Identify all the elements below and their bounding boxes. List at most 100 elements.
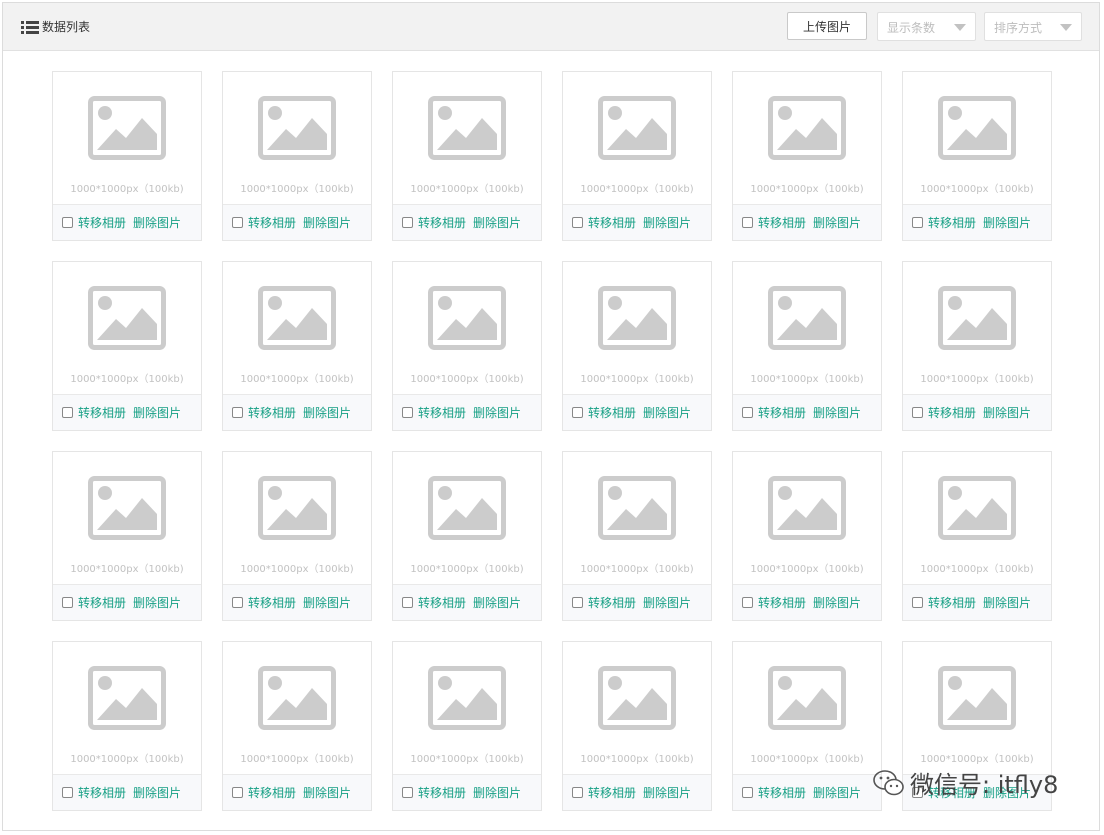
delete-image-link[interactable]: 删除图片 bbox=[983, 594, 1031, 611]
move-album-link[interactable]: 转移相册 bbox=[928, 404, 976, 421]
page-size-select[interactable]: 显示条数 bbox=[877, 12, 976, 41]
move-album-link[interactable]: 转移相册 bbox=[758, 784, 806, 801]
delete-image-link[interactable]: 删除图片 bbox=[643, 214, 691, 231]
image-card[interactable]: 1000*1000px（100kb) 转移相册 删除图片 bbox=[562, 641, 712, 811]
delete-image-link[interactable]: 删除图片 bbox=[133, 214, 181, 231]
image-card[interactable]: 1000*1000px（100kb) 转移相册 删除图片 bbox=[732, 71, 882, 241]
delete-image-link[interactable]: 删除图片 bbox=[643, 594, 691, 611]
image-placeholder-icon bbox=[768, 286, 846, 350]
delete-image-link[interactable]: 删除图片 bbox=[133, 404, 181, 421]
select-checkbox[interactable] bbox=[62, 217, 73, 228]
delete-image-link[interactable]: 删除图片 bbox=[473, 214, 521, 231]
image-card[interactable]: 1000*1000px（100kb) 转移相册 删除图片 bbox=[732, 641, 882, 811]
select-checkbox[interactable] bbox=[62, 597, 73, 608]
image-card[interactable]: 1000*1000px（100kb) 转移相册 删除图片 bbox=[392, 451, 542, 621]
select-checkbox[interactable] bbox=[572, 217, 583, 228]
image-card[interactable]: 1000*1000px（100kb) 转移相册 删除图片 bbox=[562, 261, 712, 431]
image-placeholder-icon bbox=[768, 96, 846, 160]
image-card[interactable]: 1000*1000px（100kb) 转移相册 删除图片 bbox=[52, 261, 202, 431]
move-album-link[interactable]: 转移相册 bbox=[588, 214, 636, 231]
image-card[interactable]: 1000*1000px（100kb) 转移相册 删除图片 bbox=[222, 451, 372, 621]
image-card[interactable]: 1000*1000px（100kb) 转移相册 删除图片 bbox=[732, 451, 882, 621]
move-album-link[interactable]: 转移相册 bbox=[758, 594, 806, 611]
select-checkbox[interactable] bbox=[572, 597, 583, 608]
move-album-link[interactable]: 转移相册 bbox=[248, 404, 296, 421]
move-album-link[interactable]: 转移相册 bbox=[758, 214, 806, 231]
image-card[interactable]: 1000*1000px（100kb) 转移相册 删除图片 bbox=[562, 451, 712, 621]
delete-image-link[interactable]: 删除图片 bbox=[813, 594, 861, 611]
select-checkbox[interactable] bbox=[572, 407, 583, 418]
move-album-link[interactable]: 转移相册 bbox=[928, 214, 976, 231]
sort-order-select[interactable]: 排序方式 bbox=[984, 12, 1082, 41]
select-checkbox[interactable] bbox=[742, 787, 753, 798]
image-card[interactable]: 1000*1000px（100kb) 转移相册 删除图片 bbox=[392, 261, 542, 431]
delete-image-link[interactable]: 删除图片 bbox=[303, 214, 351, 231]
select-checkbox[interactable] bbox=[62, 407, 73, 418]
move-album-link[interactable]: 转移相册 bbox=[248, 784, 296, 801]
image-card[interactable]: 1000*1000px（100kb) 转移相册 删除图片 bbox=[902, 71, 1052, 241]
select-checkbox[interactable] bbox=[912, 597, 923, 608]
select-checkbox[interactable] bbox=[912, 407, 923, 418]
delete-image-link[interactable]: 删除图片 bbox=[473, 404, 521, 421]
delete-image-link[interactable]: 删除图片 bbox=[813, 784, 861, 801]
select-checkbox[interactable] bbox=[912, 217, 923, 228]
select-checkbox[interactable] bbox=[232, 217, 243, 228]
select-checkbox[interactable] bbox=[742, 217, 753, 228]
delete-image-link[interactable]: 删除图片 bbox=[643, 404, 691, 421]
select-checkbox[interactable] bbox=[742, 597, 753, 608]
image-card[interactable]: 1000*1000px（100kb) 转移相册 删除图片 bbox=[392, 641, 542, 811]
delete-image-link[interactable]: 删除图片 bbox=[983, 404, 1031, 421]
move-album-link[interactable]: 转移相册 bbox=[588, 784, 636, 801]
delete-image-link[interactable]: 删除图片 bbox=[983, 214, 1031, 231]
select-checkbox[interactable] bbox=[402, 407, 413, 418]
move-album-link[interactable]: 转移相册 bbox=[418, 214, 466, 231]
delete-image-link[interactable]: 删除图片 bbox=[133, 594, 181, 611]
image-card[interactable]: 1000*1000px（100kb) 转移相册 删除图片 bbox=[222, 71, 372, 241]
select-checkbox[interactable] bbox=[232, 597, 243, 608]
move-album-link[interactable]: 转移相册 bbox=[758, 404, 806, 421]
select-checkbox[interactable] bbox=[62, 787, 73, 798]
move-album-link[interactable]: 转移相册 bbox=[78, 404, 126, 421]
select-checkbox[interactable] bbox=[232, 407, 243, 418]
delete-image-link[interactable]: 删除图片 bbox=[473, 594, 521, 611]
move-album-link[interactable]: 转移相册 bbox=[248, 594, 296, 611]
delete-image-link[interactable]: 删除图片 bbox=[303, 404, 351, 421]
image-card[interactable]: 1000*1000px（100kb) 转移相册 删除图片 bbox=[902, 451, 1052, 621]
select-checkbox[interactable] bbox=[742, 407, 753, 418]
move-album-link[interactable]: 转移相册 bbox=[248, 214, 296, 231]
delete-image-link[interactable]: 删除图片 bbox=[473, 784, 521, 801]
delete-image-link[interactable]: 删除图片 bbox=[813, 404, 861, 421]
image-placeholder-icon bbox=[598, 476, 676, 540]
image-card[interactable]: 1000*1000px（100kb) 转移相册 删除图片 bbox=[222, 641, 372, 811]
image-size-label: 1000*1000px（100kb) bbox=[750, 754, 864, 765]
image-card[interactable]: 1000*1000px（100kb) 转移相册 删除图片 bbox=[902, 261, 1052, 431]
select-checkbox[interactable] bbox=[402, 787, 413, 798]
image-card[interactable]: 1000*1000px（100kb) 转移相册 删除图片 bbox=[392, 71, 542, 241]
move-album-link[interactable]: 转移相册 bbox=[418, 784, 466, 801]
delete-image-link[interactable]: 删除图片 bbox=[813, 214, 861, 231]
move-album-link[interactable]: 转移相册 bbox=[78, 214, 126, 231]
upload-image-button[interactable]: 上传图片 bbox=[787, 12, 867, 40]
select-checkbox[interactable] bbox=[402, 217, 413, 228]
image-card[interactable]: 1000*1000px（100kb) 转移相册 删除图片 bbox=[562, 71, 712, 241]
image-card[interactable]: 1000*1000px（100kb) 转移相册 删除图片 bbox=[52, 641, 202, 811]
move-album-link[interactable]: 转移相册 bbox=[588, 404, 636, 421]
card-actions: 转移相册 删除图片 bbox=[393, 394, 541, 430]
image-card[interactable]: 1000*1000px（100kb) 转移相册 删除图片 bbox=[52, 71, 202, 241]
image-card[interactable]: 1000*1000px（100kb) 转移相册 删除图片 bbox=[222, 261, 372, 431]
delete-image-link[interactable]: 删除图片 bbox=[643, 784, 691, 801]
move-album-link[interactable]: 转移相册 bbox=[78, 784, 126, 801]
move-album-link[interactable]: 转移相册 bbox=[928, 594, 976, 611]
select-checkbox[interactable] bbox=[402, 597, 413, 608]
delete-image-link[interactable]: 删除图片 bbox=[303, 784, 351, 801]
move-album-link[interactable]: 转移相册 bbox=[588, 594, 636, 611]
image-card[interactable]: 1000*1000px（100kb) 转移相册 删除图片 bbox=[732, 261, 882, 431]
move-album-link[interactable]: 转移相册 bbox=[78, 594, 126, 611]
move-album-link[interactable]: 转移相册 bbox=[418, 594, 466, 611]
image-card[interactable]: 1000*1000px（100kb) 转移相册 删除图片 bbox=[52, 451, 202, 621]
delete-image-link[interactable]: 删除图片 bbox=[303, 594, 351, 611]
select-checkbox[interactable] bbox=[572, 787, 583, 798]
select-checkbox[interactable] bbox=[232, 787, 243, 798]
move-album-link[interactable]: 转移相册 bbox=[418, 404, 466, 421]
delete-image-link[interactable]: 删除图片 bbox=[133, 784, 181, 801]
